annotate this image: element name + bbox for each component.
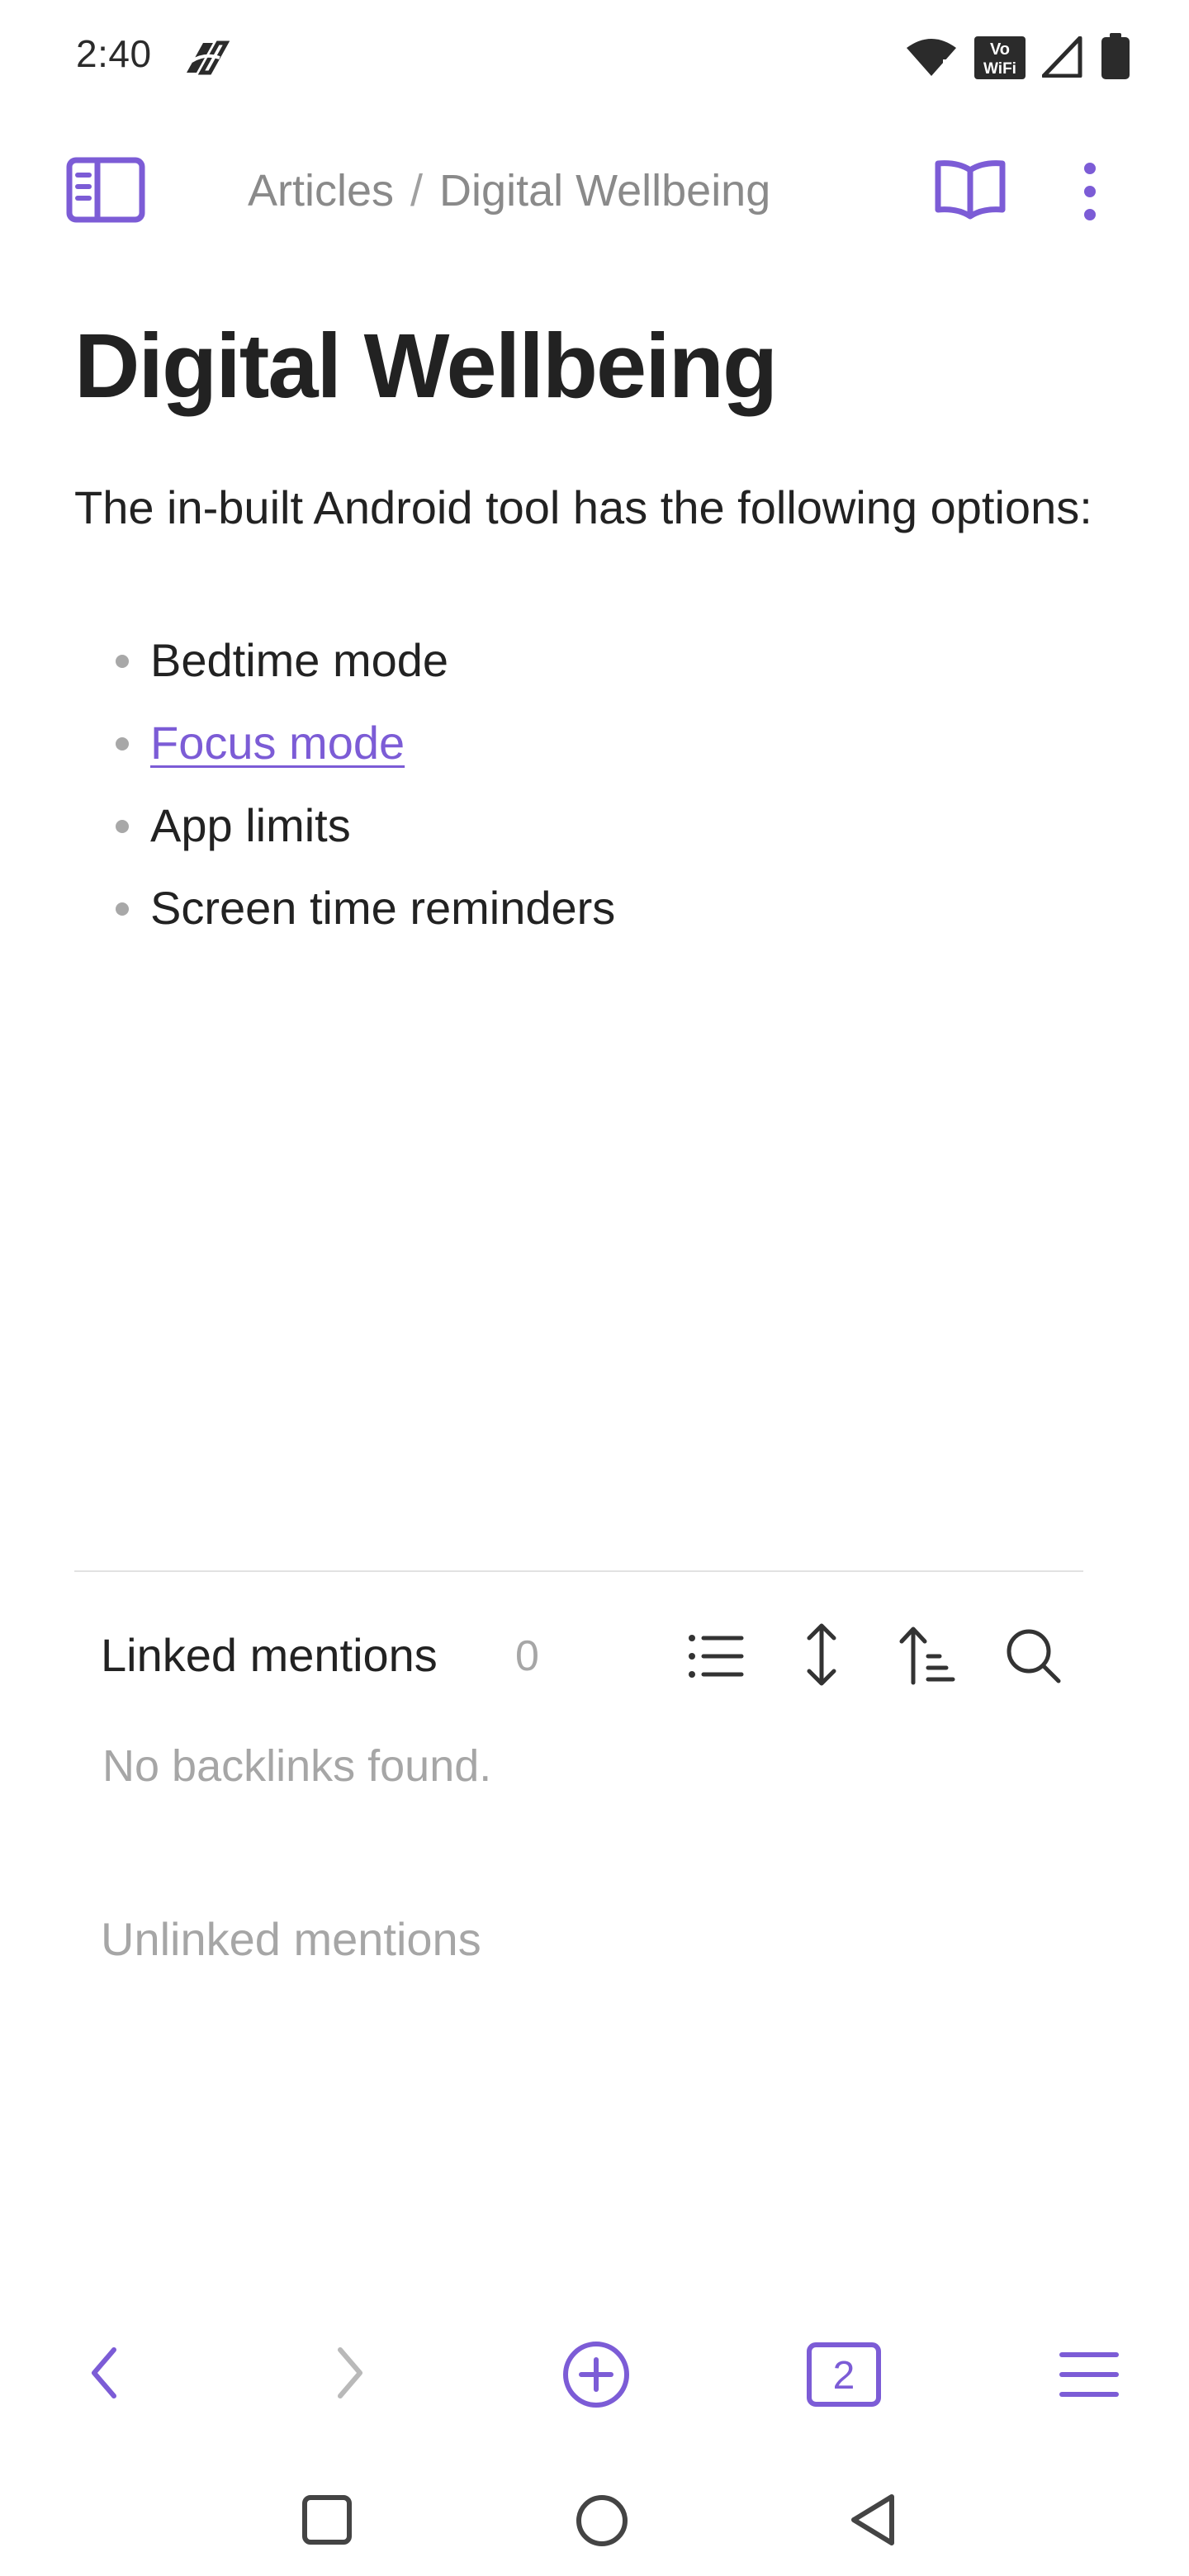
linked-mentions-title[interactable]: Linked mentions [101, 1628, 438, 1682]
sidebar-toggle-icon [66, 157, 145, 223]
wifi-icon [905, 36, 958, 78]
list-item-text: App limits [150, 799, 351, 851]
breadcrumb[interactable]: Articles / Digital Wellbeing [248, 162, 875, 220]
back-button[interactable] [88, 2345, 121, 2401]
status-bar: 2:40 Vo WiFi [0, 0, 1189, 116]
forward-button[interactable] [334, 2345, 367, 2401]
bullet-dot [116, 902, 129, 916]
unlinked-mentions-title[interactable]: Unlinked mentions [101, 1912, 481, 1966]
expand-vertical-icon [807, 1623, 836, 1686]
battery-icon [1101, 33, 1130, 79]
list-icon [689, 1635, 744, 1678]
breadcrumb-separator: / [410, 166, 424, 215]
cell-signal-icon [1042, 36, 1083, 78]
chevron-left-icon [92, 2347, 116, 2398]
app-notification-icon [180, 36, 230, 79]
expand-collapse-button[interactable] [801, 1622, 842, 1688]
tabs-count-icon: 2 [807, 2342, 881, 2407]
no-backlinks-message: No backlinks found. [102, 1741, 492, 1791]
tab-count: 2 [833, 2354, 855, 2398]
vowifi-line1: Vo [990, 40, 1010, 59]
plus-circle-icon [563, 2342, 629, 2408]
list-item[interactable]: Bedtime mode [74, 619, 1115, 702]
square-icon [302, 2495, 352, 2545]
bullet-dot [116, 655, 129, 668]
breadcrumb-folder[interactable]: Articles [248, 165, 394, 216]
bullet-dot [116, 737, 129, 751]
sidebar-toggle-button[interactable] [66, 157, 145, 223]
status-time: 2:40 [76, 32, 152, 75]
tabs-button[interactable]: 2 [806, 2342, 882, 2408]
linked-mentions-count: 0 [515, 1632, 539, 1680]
more-vertical-icon [1084, 163, 1096, 220]
internal-link-focus-mode[interactable]: Focus mode [150, 717, 405, 769]
reading-view-button[interactable] [933, 157, 1007, 223]
backlinks-divider [74, 1570, 1083, 1572]
menu-button[interactable] [1059, 2350, 1120, 2399]
note-title[interactable]: Digital Wellbeing [74, 314, 778, 419]
sort-icon [899, 1627, 955, 1685]
sort-button[interactable] [898, 1623, 956, 1686]
vowifi-icon: Vo WiFi [974, 36, 1026, 79]
book-open-icon [935, 160, 1006, 220]
bullet-dot [116, 820, 129, 833]
new-note-button[interactable] [561, 2340, 631, 2409]
list-item[interactable]: App limits [74, 784, 1115, 867]
search-backlinks-button[interactable] [1004, 1627, 1062, 1684]
bullet-list: Bedtime mode Focus mode App limits Scree… [74, 619, 1115, 949]
vowifi-line2: WiFi [983, 60, 1016, 78]
nav-recents-button[interactable] [301, 2493, 353, 2546]
note-paragraph[interactable]: The in-built Android tool has the follow… [74, 471, 1115, 545]
triangle-back-icon [851, 2494, 894, 2545]
list-view-button[interactable] [687, 1631, 745, 1681]
list-item[interactable]: Focus mode [74, 702, 1115, 784]
menu-icon [1059, 2352, 1119, 2397]
list-item-text: Bedtime mode [150, 634, 449, 686]
list-item-text: Screen time reminders [150, 882, 616, 934]
breadcrumb-note[interactable]: Digital Wellbeing [439, 165, 770, 216]
list-item[interactable]: Screen time reminders [74, 867, 1115, 949]
circle-icon [576, 2495, 628, 2546]
nav-home-button[interactable] [575, 2493, 629, 2548]
more-options-button[interactable] [1073, 160, 1106, 223]
search-icon [1007, 1629, 1061, 1683]
nav-back-button[interactable] [847, 2492, 898, 2548]
chevron-right-icon [338, 2347, 362, 2398]
